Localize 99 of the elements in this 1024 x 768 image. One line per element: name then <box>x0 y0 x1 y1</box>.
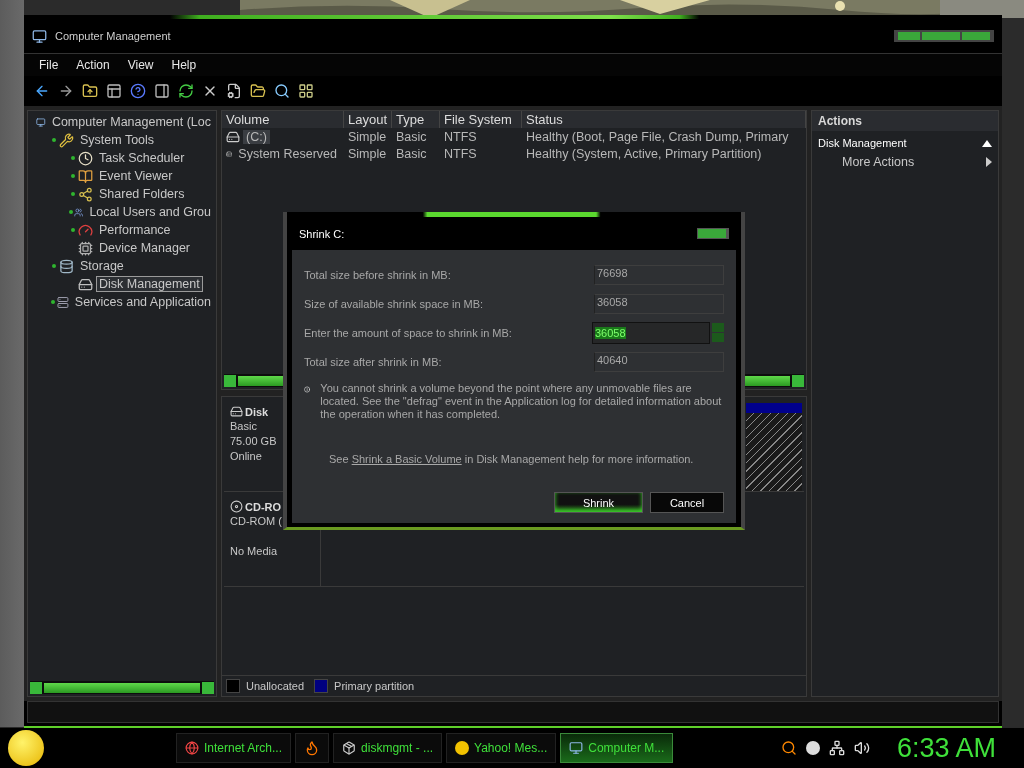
expand-dot[interactable] <box>50 300 55 304</box>
menu-item[interactable]: Action <box>69 56 117 74</box>
field-label: Total size before shrink in MB: <box>304 268 451 281</box>
tree-item[interactable]: Performance <box>96 222 174 238</box>
expand-dot[interactable] <box>52 264 56 268</box>
menu-item[interactable]: Help <box>164 56 204 74</box>
legend-label: Primary partition <box>334 680 415 692</box>
value-field: 76698 <box>594 264 724 285</box>
tree-item[interactable]: Shared Folders <box>96 186 188 202</box>
tree-item[interactable]: Storage <box>77 258 127 274</box>
table-cell-text: Simple <box>347 145 388 162</box>
expand-dot[interactable] <box>71 192 75 196</box>
table-cell-text: NTFS <box>443 145 478 162</box>
folder-share-icon <box>78 186 93 202</box>
menu-item[interactable]: File <box>32 56 66 74</box>
table-cell-text: Simple <box>347 128 388 145</box>
column-header[interactable]: Type <box>392 111 440 128</box>
app-icon <box>342 741 357 755</box>
disk-status: Online <box>230 450 263 463</box>
actions-title: Actions <box>812 111 998 131</box>
table-cell-text: Basic <box>395 145 428 162</box>
field-label: Enter the amount of space to shrink in MB: <box>304 326 512 339</box>
search-icon[interactable] <box>780 740 797 756</box>
table-cell-text: NTFS <box>443 128 478 145</box>
expand-dot[interactable] <box>71 228 75 232</box>
clock-icon <box>78 150 93 166</box>
actions-section[interactable]: Disk Management <box>818 137 907 149</box>
table-cell[interactable]: (C:) <box>243 129 270 144</box>
taskbar-button[interactable]: Yahoo! Mes... <box>446 733 557 763</box>
help-link[interactable]: Shrink a Basic Volume <box>351 453 462 465</box>
tools-icon <box>59 132 74 148</box>
disk-status: No Media <box>230 545 279 558</box>
tree-item[interactable]: Computer Management (Loc <box>48 114 214 130</box>
log-icon <box>78 168 93 184</box>
taskbar-button[interactable]: diskmgmt - ... <box>333 733 443 763</box>
disk-drive-icon <box>78 276 93 292</box>
disk-type: CD-ROM ( <box>230 515 283 528</box>
start-button[interactable] <box>8 730 44 766</box>
volume-icon[interactable] <box>853 740 870 756</box>
tree-item[interactable]: System Tools <box>77 132 158 148</box>
tree-item[interactable]: Services and Application <box>71 294 214 310</box>
expand-dot[interactable] <box>52 138 56 142</box>
column-header[interactable]: Volume <box>222 111 344 128</box>
disk-type: Basic <box>230 420 258 433</box>
server-icon <box>56 294 69 310</box>
table-cell-text: Healthy (System, Active, Primary Partition) <box>525 145 763 162</box>
table-cell[interactable]: System Reserved <box>235 146 340 161</box>
expand-dot[interactable] <box>71 174 75 178</box>
messenger-icon <box>455 741 470 755</box>
window-title: Computer Management <box>55 30 172 42</box>
device-icon <box>78 240 93 256</box>
table-cell-text: Basic <box>395 128 428 145</box>
collapse-icon <box>982 139 992 147</box>
clock: 6:33 AM <box>896 732 996 764</box>
settings-grid-icon[interactable] <box>296 81 315 101</box>
tree-item[interactable]: Task Scheduler <box>96 150 188 166</box>
expand-dot[interactable] <box>71 156 75 160</box>
taskbar-button[interactable] <box>295 733 330 763</box>
help-icon[interactable] <box>128 81 147 101</box>
help-text: See Shrink a Basic Volume in Disk Management help for more information. <box>329 453 695 465</box>
submenu-arrow-icon <box>986 157 992 167</box>
column-header[interactable]: Layout <box>344 111 392 128</box>
taskbar-button[interactable]: Computer M... <box>560 733 674 763</box>
legend-label: Unallocated <box>246 680 305 692</box>
dialog-button[interactable]: Shrink <box>554 492 643 513</box>
network-icon[interactable] <box>828 740 845 756</box>
disk-name: Disk <box>245 405 269 418</box>
table-cell-text: Healthy (Boot, Page File, Crash Dump, Primary <box>525 128 790 145</box>
field-label: Total size after shrink in MB: <box>304 355 442 368</box>
disc-icon <box>230 500 243 513</box>
tree-item[interactable]: Device Manager <box>96 240 193 256</box>
expand-dot[interactable] <box>69 210 74 214</box>
value-field: 40640 <box>594 351 724 372</box>
globe-icon <box>185 741 199 755</box>
refresh-icon[interactable] <box>176 81 195 101</box>
scrollbar[interactable] <box>30 681 214 694</box>
action-link[interactable]: More Actions <box>842 155 915 169</box>
computer-icon <box>569 741 584 755</box>
column-header[interactable]: Status <box>522 111 806 128</box>
dialog-title: Shrink C: <box>299 227 345 240</box>
status-circle-icon[interactable] <box>805 741 820 755</box>
column-header[interactable]: File System <box>440 111 522 128</box>
dialog-button[interactable]: Cancel <box>650 492 724 513</box>
action-pane-icon[interactable] <box>152 81 171 101</box>
tree-item[interactable]: Event Viewer <box>96 168 176 184</box>
taskbar-button[interactable]: Internet Arch... <box>176 733 292 763</box>
disk-name: CD-RO <box>245 500 282 513</box>
tree-item[interactable]: Disk Management <box>96 276 203 292</box>
tree-item[interactable]: Local Users and Grou <box>86 204 214 220</box>
info-text: You cannot shrink a volume beyond the point where any unmovable files are located. See the "defrag" event in the Application log for detailed information about the operation when it has completed. <box>320 382 723 421</box>
input-field[interactable]: 36058 <box>592 321 710 344</box>
gauge-icon <box>78 222 93 238</box>
storage-icon <box>59 258 74 274</box>
computer-icon <box>32 28 47 44</box>
console-tree-icon[interactable] <box>104 81 123 101</box>
field-label: Size of available shrink space in MB: <box>304 297 484 310</box>
value-field: 36058 <box>594 293 724 314</box>
menu-item[interactable]: View <box>120 56 161 74</box>
disk-size: 75.00 GB <box>230 435 278 448</box>
